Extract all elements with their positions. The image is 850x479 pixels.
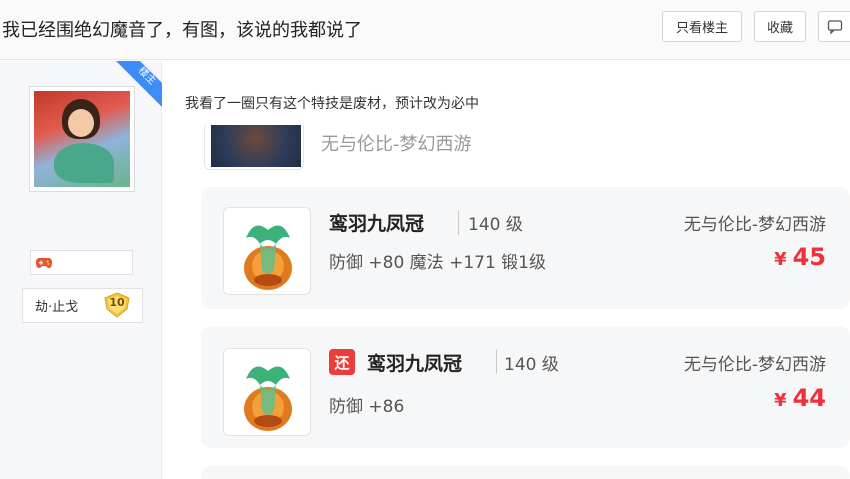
only-author-button[interactable]: 只看楼主 xyxy=(662,11,742,42)
currency-symbol: ¥ xyxy=(774,249,787,270)
thread-header: 我已经围绝幻魔音了，有图，该说的我都说了 只看楼主 收藏 xyxy=(0,0,850,60)
divider xyxy=(496,350,497,374)
return-tag: 还 xyxy=(329,349,355,375)
avatar[interactable] xyxy=(29,86,135,192)
post-text: 我看了一圈只有这个特技是废材，预计改为必中 xyxy=(185,96,479,112)
item-card-partial[interactable] xyxy=(201,466,850,479)
price-amount: 45 xyxy=(792,243,826,271)
item-stats: 防御 +80 魔法 +171 锻1级 xyxy=(329,253,546,273)
price-amount: 44 xyxy=(792,384,826,412)
currency-symbol: ¥ xyxy=(774,390,787,411)
thread-title: 我已经围绝幻魔音了，有图，该说的我都说了 xyxy=(2,20,362,41)
user-level-number: 10 xyxy=(109,296,125,309)
item-stats: 防御 +86 xyxy=(329,397,405,417)
item-thumbnail xyxy=(223,207,311,295)
item-card[interactable]: 鸾羽九凤冠 140 级 防御 +80 魔法 +171 锻1级 无与伦比-梦幻西游… xyxy=(201,187,850,309)
item-server: 无与伦比-梦幻西游 xyxy=(683,355,826,375)
item-level: 140 级 xyxy=(468,215,523,235)
item-card[interactable]: 还 鸾羽九凤冠 140 级 防御 +86 无与伦比-梦幻西游 ¥44 xyxy=(201,326,850,448)
item-price: ¥44 xyxy=(774,384,826,412)
gamepad-icon xyxy=(36,257,52,268)
comment-icon xyxy=(827,19,843,35)
item-thumbnail-partial[interactable] xyxy=(204,125,304,170)
divider xyxy=(458,211,459,235)
partial-item-server: 无与伦比-梦幻西游 xyxy=(321,134,472,155)
username[interactable]: 劫·止戈 xyxy=(35,296,78,315)
user-level-badge: 10 xyxy=(103,292,131,318)
item-thumbnail xyxy=(223,348,311,436)
item-name: 鸾羽九凤冠 xyxy=(329,213,425,235)
item-name: 鸾羽九凤冠 xyxy=(367,353,463,375)
game-badge[interactable] xyxy=(30,250,133,275)
item-server: 无与伦比-梦幻西游 xyxy=(683,215,826,235)
item-level: 140 级 xyxy=(504,355,559,375)
item-price: ¥45 xyxy=(774,243,826,271)
reply-button[interactable] xyxy=(818,11,850,42)
favorite-button[interactable]: 收藏 xyxy=(754,11,806,42)
